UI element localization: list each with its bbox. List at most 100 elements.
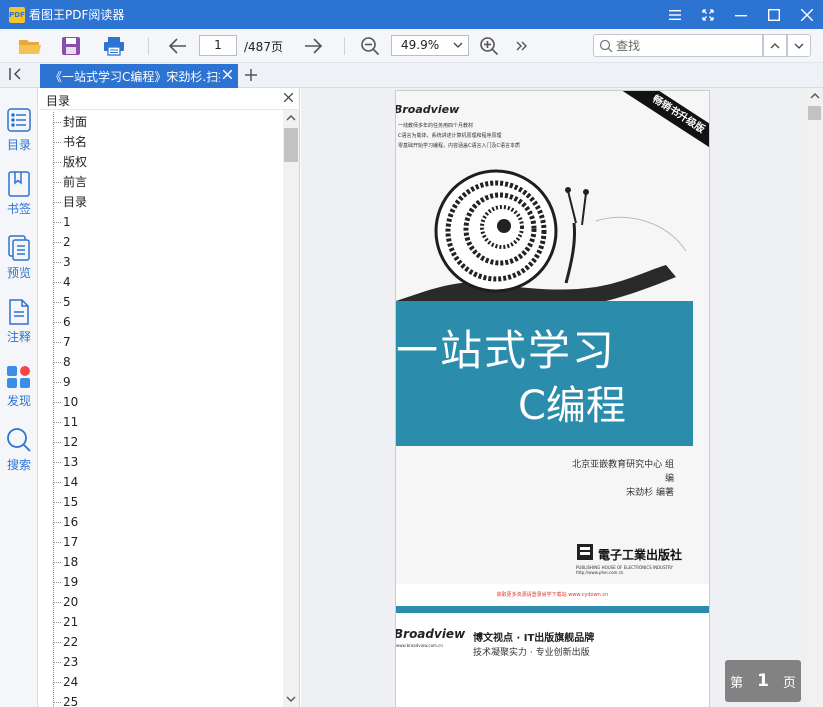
outline-item[interactable]: 2	[39, 232, 283, 252]
outline-item[interactable]: 3	[39, 252, 283, 272]
pages-icon	[6, 234, 32, 262]
new-tab-icon[interactable]	[245, 66, 257, 85]
outline-item[interactable]: 23	[39, 652, 283, 672]
cover-blurb: 一线教师多年的任务用四个月教材	[398, 123, 474, 129]
menu-icon[interactable]	[658, 0, 691, 29]
outline-item[interactable]: 24	[39, 672, 283, 692]
inner-brand-url: www.broadview.com.cn	[396, 643, 443, 648]
outline-item[interactable]: 13	[39, 452, 283, 472]
save-icon[interactable]	[57, 33, 85, 59]
nav-item-bookmarks[interactable]: 书签	[0, 166, 38, 222]
chevron-down-icon	[794, 43, 804, 49]
nav-label: 搜索	[6, 458, 31, 472]
nav-label: 目录	[6, 138, 31, 152]
close-tab-icon[interactable]	[222, 68, 233, 82]
nav-item-discover[interactable]: 发现	[0, 358, 38, 414]
outline-item[interactable]: 7	[39, 332, 283, 352]
search-input[interactable]	[616, 38, 756, 54]
cover-blurb: C语言为载体，系统讲述计算机原理和程序原理	[398, 133, 502, 139]
outline-item[interactable]: 25	[39, 692, 283, 707]
search-icon	[6, 426, 32, 454]
nav-item-search[interactable]: 搜索	[0, 422, 38, 478]
nav-item-outline[interactable]: 目录	[0, 102, 38, 158]
toolbar: 1 /487页 49.9%	[0, 29, 823, 63]
outline-item[interactable]: 22	[39, 632, 283, 652]
app-title: 看图王PDF阅读器	[29, 8, 125, 22]
open-folder-icon[interactable]	[16, 33, 44, 59]
outline-item[interactable]: 1	[39, 212, 283, 232]
document-tab[interactable]: 《一站式学习C编程》宋劲杉.扫描版	[40, 64, 238, 88]
outline-item[interactable]: 18	[39, 552, 283, 572]
outline-item[interactable]: 6	[39, 312, 283, 332]
outline-item[interactable]: 14	[39, 472, 283, 492]
collapse-sidebar-icon[interactable]	[8, 67, 24, 84]
inner-page: Broadview www.broadview.com.cn 博文视点 · IT…	[396, 613, 709, 707]
annotation-icon	[6, 298, 32, 326]
outline-scrollbar[interactable]	[283, 110, 299, 707]
outline-item[interactable]: 9	[39, 372, 283, 392]
print-icon[interactable]	[100, 33, 128, 59]
cover-publisher-sub: PUBLISHING HOUSE OF ELECTRONICS INDUSTRY…	[576, 565, 674, 575]
outline-item[interactable]: 12	[39, 432, 283, 452]
more-tools-icon[interactable]	[508, 33, 536, 59]
list-icon	[6, 106, 32, 134]
cover-authors: 北京亚嵌教育研究中心 组编 宋劲杉 编著	[564, 458, 674, 500]
nav-label: 注释	[6, 330, 31, 344]
outline-item[interactable]: 目录	[39, 192, 283, 212]
outline-item[interactable]: 5	[39, 292, 283, 312]
outline-item[interactable]: 封面	[39, 112, 283, 132]
scroll-up-icon[interactable]	[283, 110, 299, 126]
inner-brand-logo: Broadview	[395, 627, 466, 641]
zoom-in-icon[interactable]	[475, 33, 503, 59]
outline-item[interactable]: 前言	[39, 172, 283, 192]
outline-item[interactable]: 21	[39, 612, 283, 632]
viewer-scrollbar[interactable]	[806, 88, 823, 707]
title-bar: PDF 看图王PDF阅读器	[0, 0, 823, 29]
outline-item[interactable]: 17	[39, 532, 283, 552]
chevron-up-icon	[770, 42, 780, 48]
cover-editor: 北京亚嵌教育研究中心 组编	[572, 460, 674, 484]
toolbar-divider	[344, 37, 345, 55]
left-nav: 目录 书签 预览 注释 发现 搜索	[0, 88, 38, 707]
zoom-out-icon[interactable]	[356, 33, 384, 59]
document-viewer[interactable]: Broadview 一线教师多年的任务用四个月教材 C语言为载体，系统讲述计算机…	[301, 88, 806, 707]
current-page-input[interactable]: 1	[199, 35, 237, 56]
outline-item[interactable]: 19	[39, 572, 283, 592]
outline-item[interactable]: 书名	[39, 132, 283, 152]
outline-item[interactable]: 4	[39, 272, 283, 292]
nav-label: 预览	[6, 266, 31, 280]
search-previous-button[interactable]	[763, 34, 787, 57]
toolbar-divider	[148, 37, 149, 55]
page-indicator-number: 1	[757, 671, 769, 691]
next-page-icon[interactable]	[299, 33, 327, 59]
previous-page-icon[interactable]	[164, 33, 192, 59]
nav-label: 书签	[6, 202, 31, 216]
search-next-button[interactable]	[787, 34, 811, 57]
discover-icon	[6, 362, 32, 390]
scroll-down-icon[interactable]	[283, 691, 299, 707]
outline-item[interactable]: 10	[39, 392, 283, 412]
bookmark-icon	[6, 170, 32, 198]
close-button[interactable]	[790, 0, 823, 29]
scroll-up-icon[interactable]	[806, 88, 823, 104]
search-box	[593, 34, 763, 57]
zoom-select[interactable]: 49.9%	[391, 35, 469, 56]
page-indicator-prefix: 第	[730, 675, 744, 691]
fullscreen-icon[interactable]	[691, 0, 724, 29]
window-controls	[658, 0, 823, 29]
outline-item[interactable]: 20	[39, 592, 283, 612]
outline-item[interactable]: 11	[39, 412, 283, 432]
nav-item-annotations[interactable]: 注释	[0, 294, 38, 350]
page-indicator-suffix: 页	[782, 675, 796, 691]
cover-title-line2: C编程	[518, 383, 626, 429]
scrollbar-thumb[interactable]	[284, 128, 298, 162]
outline-item[interactable]: 16	[39, 512, 283, 532]
minimize-button[interactable]	[724, 0, 757, 29]
maximize-button[interactable]	[757, 0, 790, 29]
outline-item[interactable]: 15	[39, 492, 283, 512]
close-panel-icon[interactable]	[283, 91, 294, 105]
nav-item-preview[interactable]: 预览	[0, 230, 38, 286]
outline-item[interactable]: 版权	[39, 152, 283, 172]
outline-item[interactable]: 8	[39, 352, 283, 372]
scrollbar-thumb[interactable]	[808, 106, 821, 120]
